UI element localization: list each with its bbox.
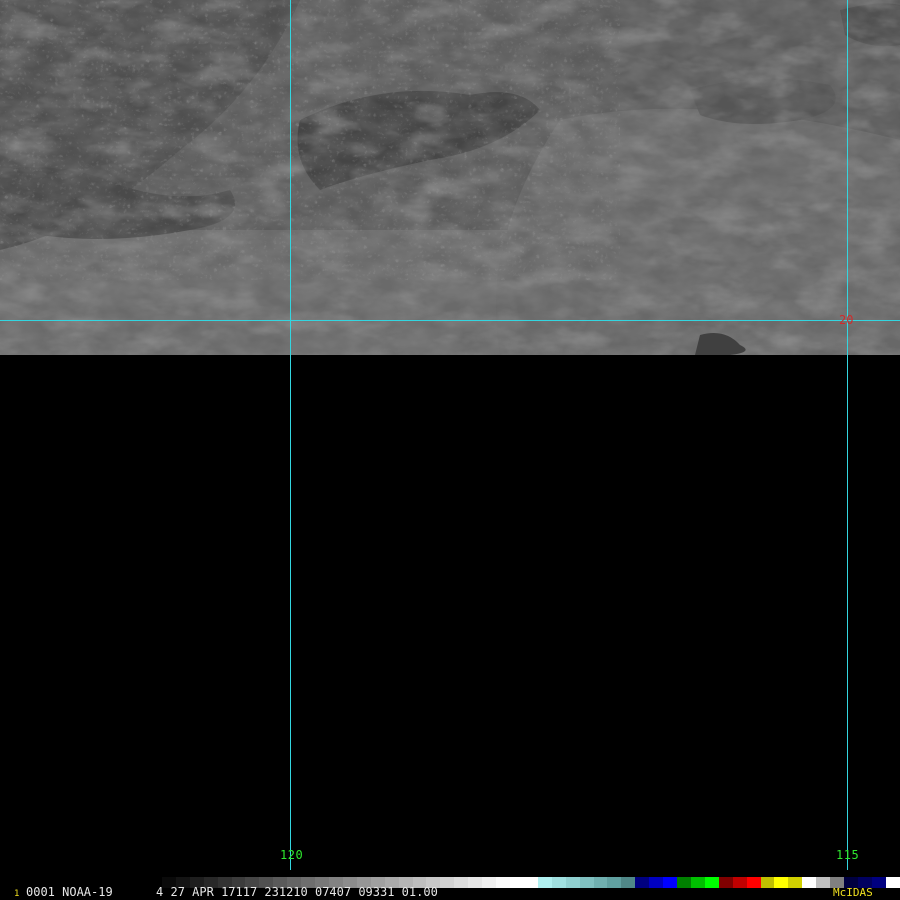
colorbar-segment: [607, 877, 622, 888]
colorbar-segment: [454, 877, 469, 888]
colorbar-segment: [885, 877, 900, 888]
colorbar-segment: [816, 877, 831, 888]
colorbar-segment: [677, 877, 691, 888]
frame-number: 1: [14, 889, 20, 899]
longitude-line-120: [290, 0, 291, 870]
colorbar-segment: [621, 877, 636, 888]
colorbar-segment: [704, 877, 719, 888]
colorbar-segment: [468, 877, 483, 888]
mcidas-brand: McIDAS: [833, 886, 873, 899]
colorbar-segment: [718, 877, 733, 888]
latitude-line-20: [0, 320, 900, 321]
colorbar-segment: [565, 877, 580, 888]
colorbar-segment: [871, 877, 886, 888]
longitude-label-120: 120: [280, 848, 304, 862]
satellite-image-viewport: 120 115 20 1 0001 NOAA-19 4 27 APR 17117…: [0, 0, 900, 900]
colorbar-segment: [802, 877, 817, 888]
colorbar-segment: [482, 877, 497, 888]
colorbar-segment: [509, 877, 524, 888]
colorbar-segment: [579, 877, 594, 888]
colorbar-segment: [496, 877, 510, 888]
colorbar-segment: [663, 877, 678, 888]
colorbar-segment: [635, 877, 650, 888]
colorbar-segment: [649, 877, 664, 888]
colorbar-segment: [690, 877, 705, 888]
image-info-text: 0001 NOAA-19 4 27 APR 17117 231210 07407…: [26, 885, 438, 899]
colorbar-segment: [774, 877, 789, 888]
colorbar-segment: [593, 877, 608, 888]
colorbar-segment: [746, 877, 761, 888]
colorbar-segment: [760, 877, 775, 888]
latitude-label-20: 20: [839, 313, 854, 327]
colorbar-segment: [788, 877, 803, 888]
colorbar-segment: [551, 877, 566, 888]
longitude-label-115: 115: [836, 848, 860, 862]
colorbar-segment: [732, 877, 747, 888]
colorbar-segment: [440, 877, 455, 888]
colorbar-segment: [537, 877, 552, 888]
longitude-line-115: [847, 0, 848, 870]
satellite-imagery: [0, 0, 900, 355]
colorbar-segment: [523, 877, 538, 888]
